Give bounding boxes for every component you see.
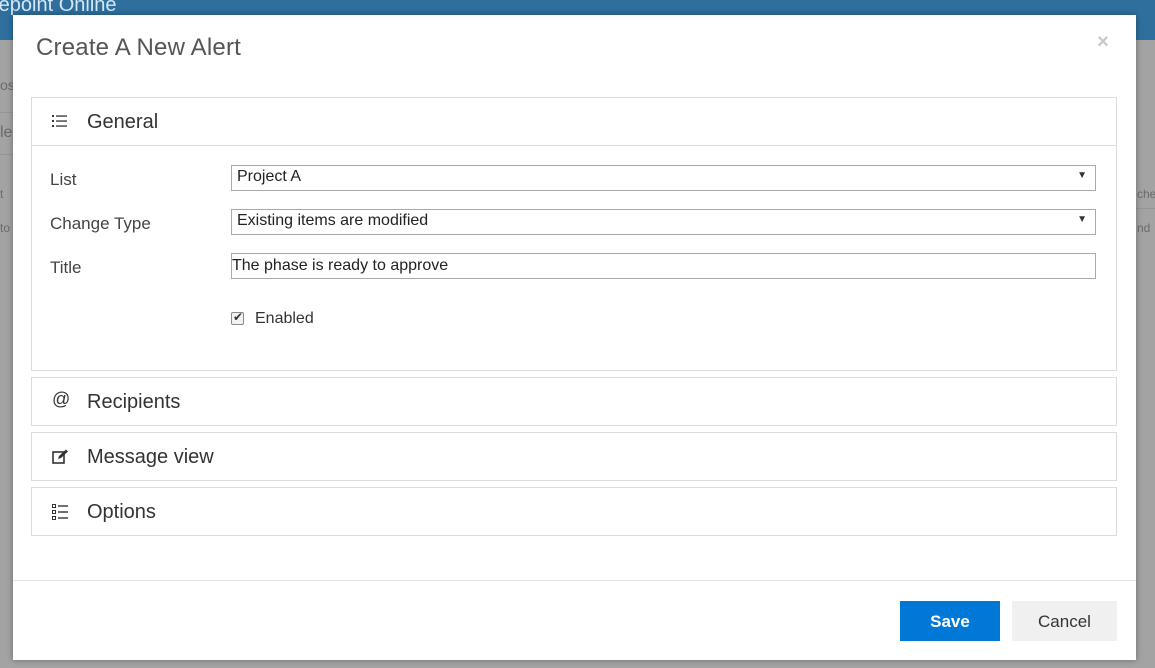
background-divider [0,154,13,155]
list-select-value: Project A [237,168,302,185]
enabled-label: Enabled [255,310,314,327]
options-section[interactable]: Options [31,487,1117,536]
list-label: List [50,170,77,189]
general-section-label: General [87,111,159,133]
background-text-fragment: le [0,124,13,141]
background-text-fragment: os [0,77,13,93]
change-type-select-value: Existing items are modified [237,212,429,229]
change-type-field-row: Change Type Existing items are modified … [31,209,1117,235]
background-text-fragment: che [1137,187,1155,201]
recipients-section[interactable]: @ Recipients [31,377,1117,426]
background-divider [0,112,13,113]
chevron-down-icon: ▼ [1077,170,1087,181]
create-alert-dialog: Create A New Alert × General List Projec… [13,15,1136,660]
background-text-fragment: to [0,221,11,235]
enabled-checkbox[interactable]: ✔ [231,310,244,325]
at-icon: @ [52,389,71,409]
recipients-section-label: Recipients [87,391,181,413]
checkmark-icon: ✔ [233,310,244,324]
dialog-title: Create A New Alert [36,34,242,61]
background-text-fragment: nd [1137,221,1151,235]
recipients-section-header[interactable]: @ Recipients [32,378,1116,426]
list-icon [52,114,70,132]
list-field-row: List Project A ▼ [31,165,1117,191]
title-field-row: Title [31,253,1117,279]
message-view-section-header[interactable]: Message view [32,433,1116,481]
message-view-section-label: Message view [87,446,214,468]
chevron-down-icon: ▼ [1077,214,1087,225]
checklist-icon [52,504,70,522]
change-type-select[interactable]: Existing items are modified ▼ [231,209,1096,235]
save-button[interactable]: Save [900,601,1000,641]
message-view-section[interactable]: Message view [31,432,1117,481]
options-section-label: Options [87,501,156,523]
options-section-header[interactable]: Options [32,488,1116,536]
edit-icon [52,449,70,467]
dialog-header: Create A New Alert × [13,15,1136,81]
close-icon[interactable]: × [1094,32,1112,52]
list-select[interactable]: Project A ▼ [231,165,1096,191]
dialog-footer: Save Cancel [13,580,1136,660]
background-divider [1136,208,1155,209]
title-label: Title [50,258,82,277]
change-type-label: Change Type [50,214,151,233]
cancel-button[interactable]: Cancel [1012,601,1117,641]
title-input[interactable] [231,253,1096,279]
general-section-header[interactable]: General [32,98,1116,146]
background-text-fragment: t [0,187,4,201]
